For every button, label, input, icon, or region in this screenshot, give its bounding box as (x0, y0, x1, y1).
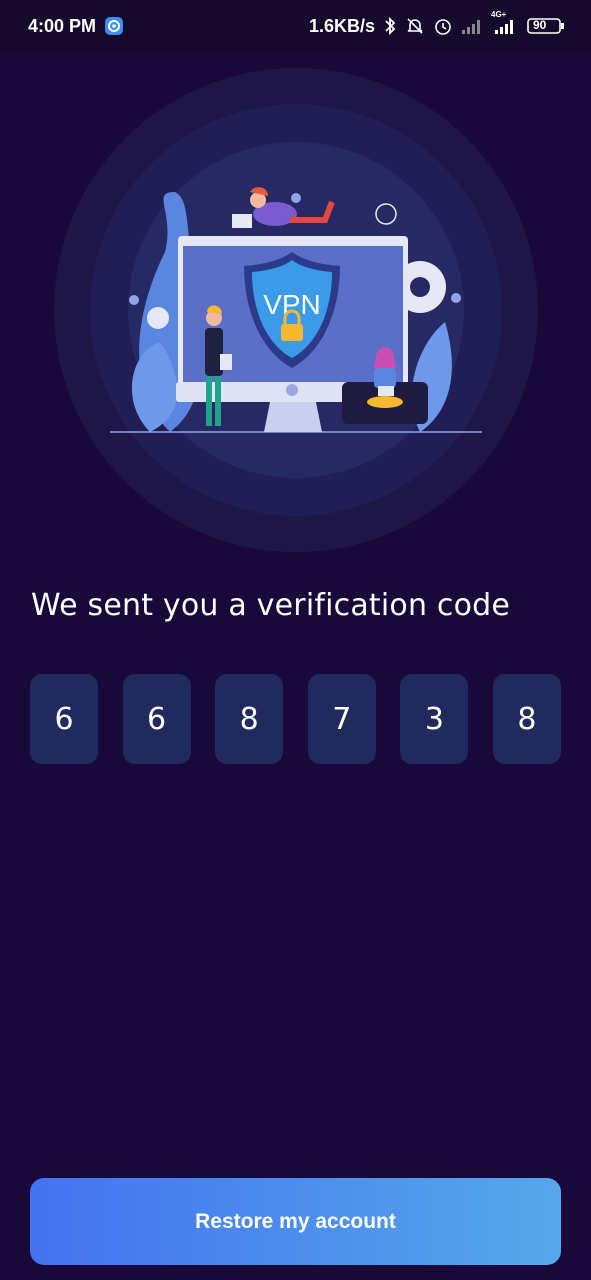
page-title: We sent you a verification code (31, 588, 511, 623)
status-bar: 4:00 PM 1.6KB/s 4G+ 90 (0, 0, 591, 52)
status-time: 4:00 PM (28, 15, 97, 36)
hero-illustration: VPN (0, 52, 591, 562)
code-digit-4[interactable]: 7 (307, 674, 376, 764)
vpn-shield-text: VPN (263, 289, 321, 320)
network-type: 4G+ (491, 10, 507, 19)
restore-account-button[interactable]: Restore my account (30, 1178, 561, 1265)
verification-code-row: 6 6 8 7 3 8 (30, 674, 561, 764)
bluetooth-icon (383, 16, 397, 36)
code-digit-2[interactable]: 6 (122, 674, 191, 764)
code-digit-5[interactable]: 3 (400, 674, 469, 764)
mute-icon (405, 16, 425, 36)
net-speed: 1.6KB/s (308, 15, 375, 36)
alarm-icon (433, 16, 453, 36)
status-left: 4:00 PM (28, 16, 124, 37)
signal-icon (461, 18, 483, 34)
code-digit-3[interactable]: 8 (215, 674, 284, 764)
code-digit-6[interactable]: 8 (492, 674, 561, 764)
status-right: 1.6KB/s 4G+ 90 (308, 10, 565, 37)
battery-level: 90 (533, 18, 547, 32)
battery-icon: 90 (527, 17, 565, 35)
signal-4g-icon: 4G+ (491, 10, 519, 34)
app-notification-icon (104, 16, 124, 36)
code-digit-1[interactable]: 6 (30, 674, 98, 764)
